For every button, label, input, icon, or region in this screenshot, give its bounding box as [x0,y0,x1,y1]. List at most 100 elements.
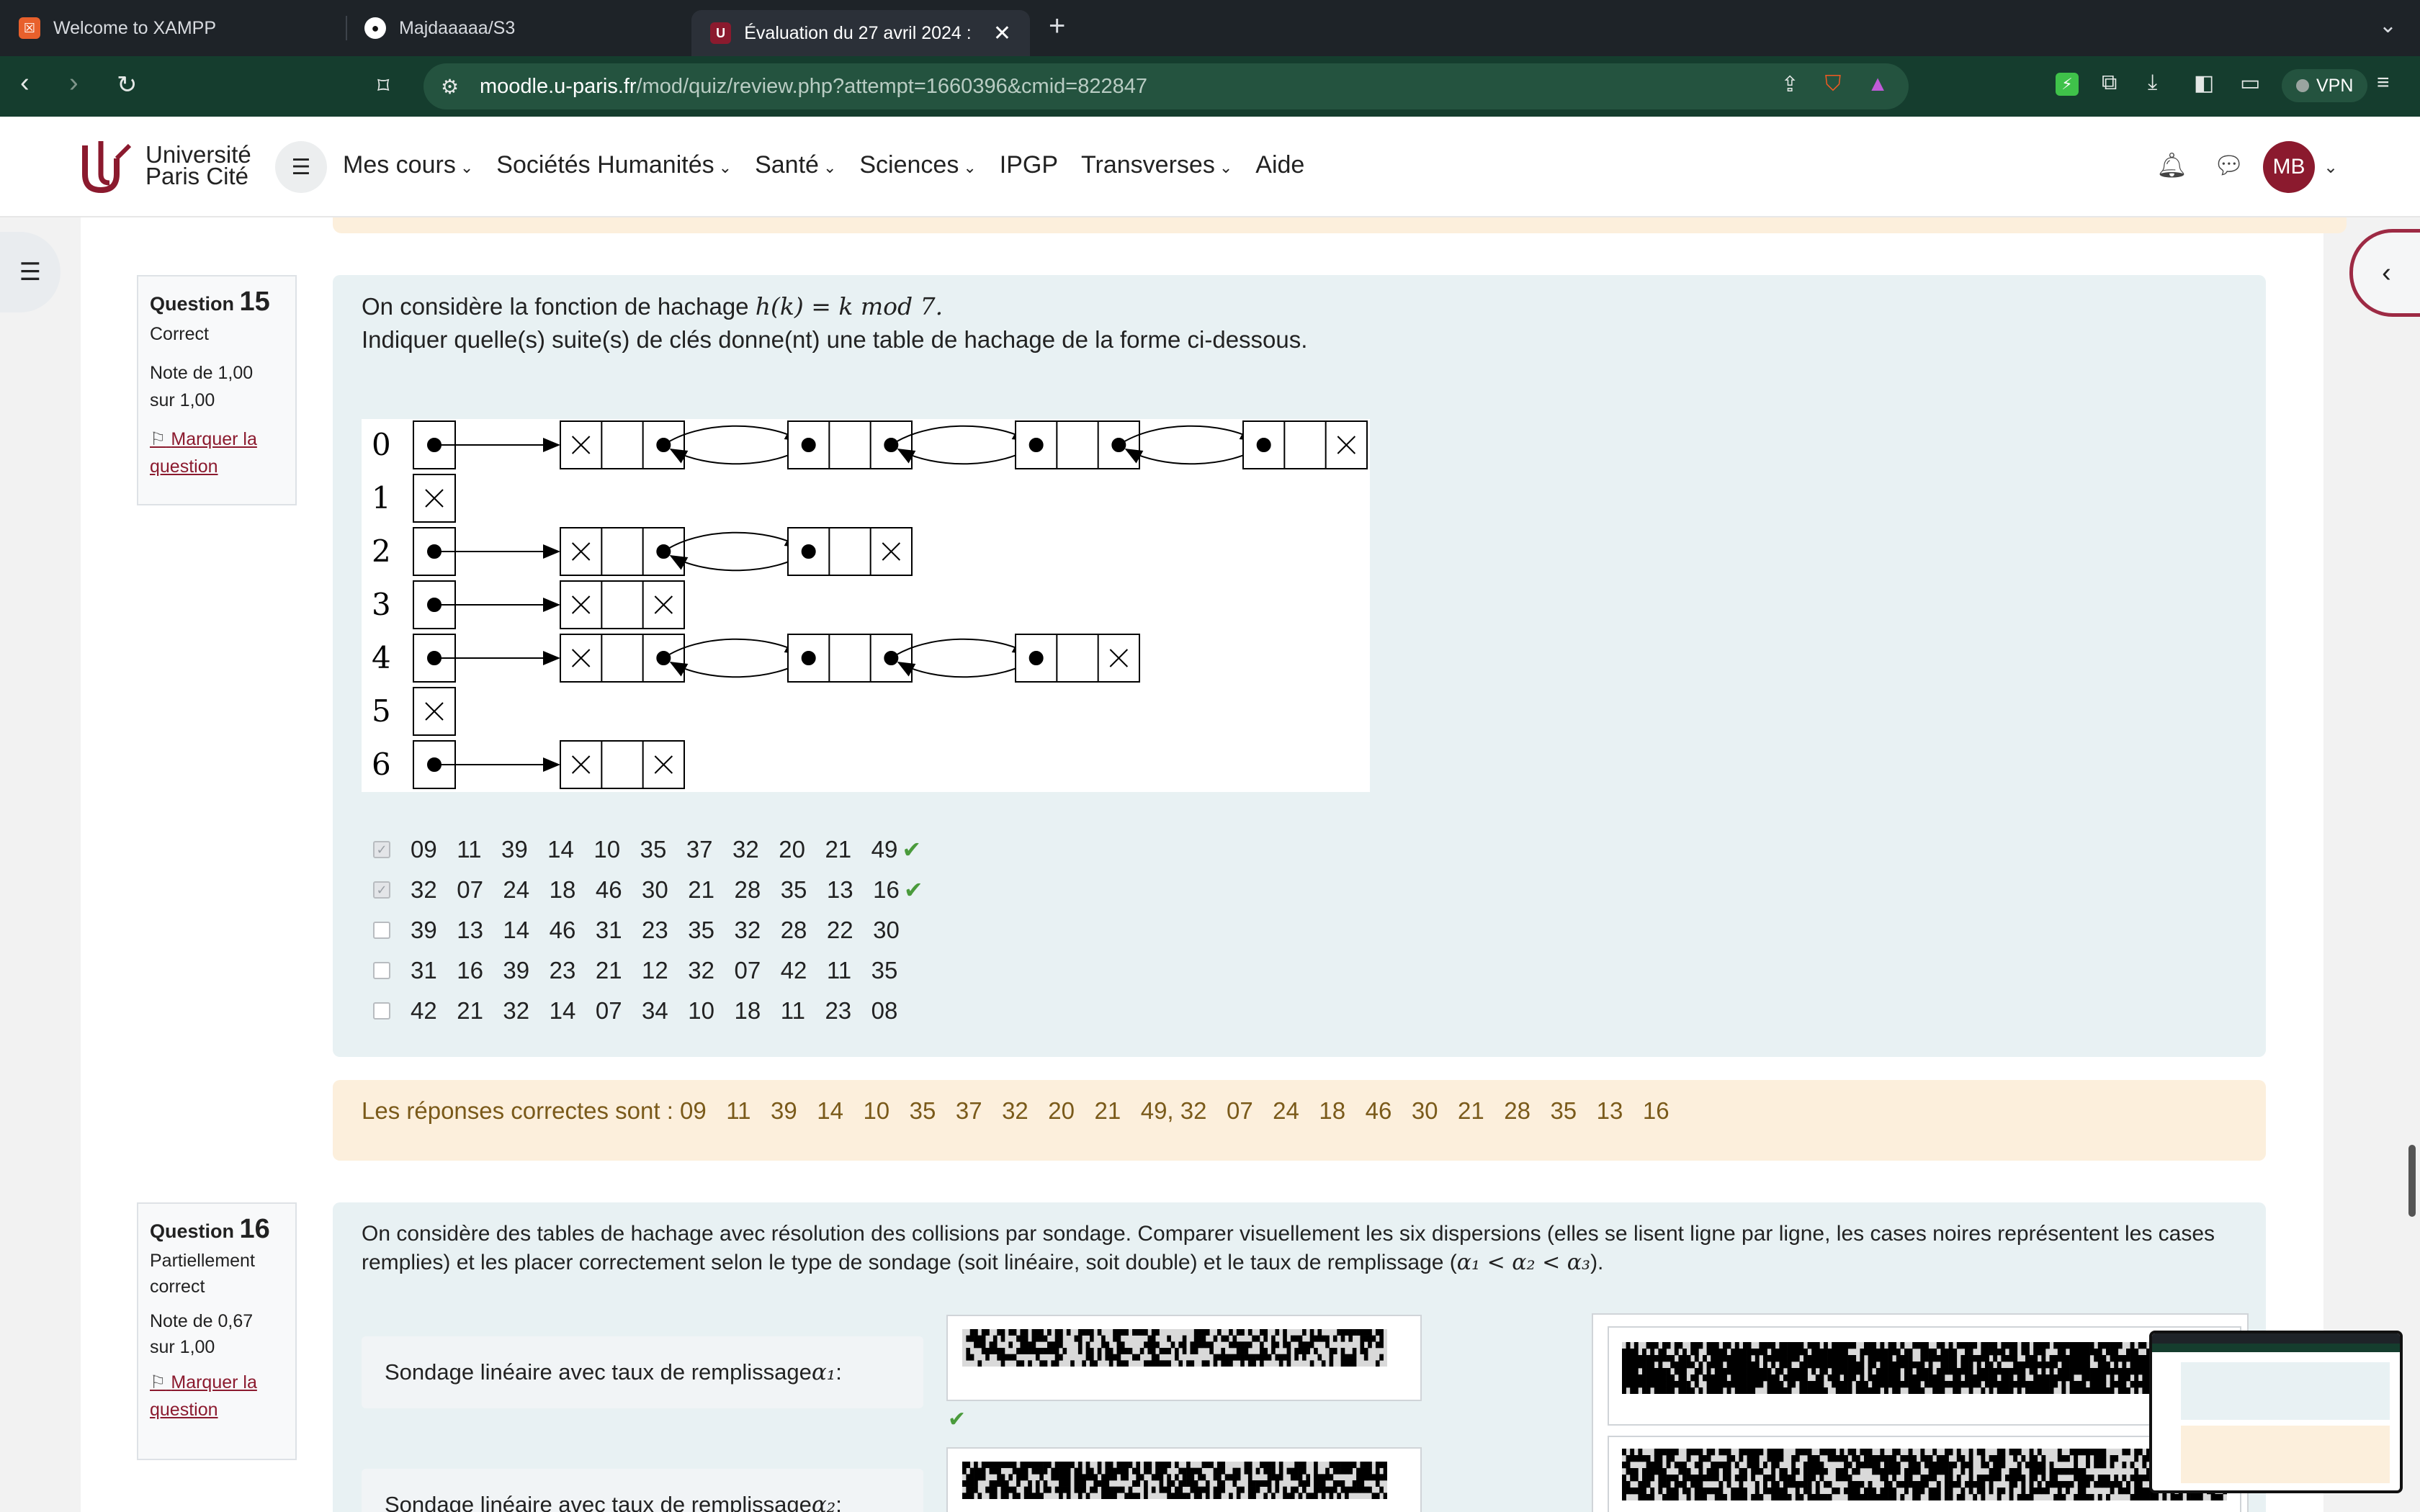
flag-question-link[interactable]: ⚐ Marquer la question [150,426,284,480]
vpn-button[interactable]: VPN [2282,69,2368,102]
filled-cell [977,1467,982,1475]
filled-cell [1650,1342,1655,1349]
filled-cell [1731,1494,1736,1500]
filled-cell [1144,1329,1148,1336]
filled-cell [2081,1368,2087,1375]
dispersion-image[interactable] [1622,1342,2227,1394]
filled-cell [1993,1462,1998,1469]
scrollbar-thumb[interactable] [2408,1145,2416,1217]
user-avatar[interactable]: MB [2263,141,2315,193]
filled-cell [1666,1488,1671,1495]
menu-transverses[interactable]: Transverses ⌄ [1081,151,1232,179]
answer-option[interactable]: 42 21 32 14 07 34 10 18 11 23 08 [373,991,923,1031]
extension-icon[interactable]: ⚡ [2056,71,2079,96]
choice-item[interactable] [1608,1326,2241,1426]
puzzle-icon[interactable]: ⧉ [2102,71,2117,95]
download-icon[interactable]: ⤓ [2148,71,2157,95]
filled-cell [2001,1449,2006,1456]
filled-cell [1151,1474,1156,1481]
sidebar-icon[interactable]: ◧ [2194,71,2214,96]
menu-sante[interactable]: Santé ⌄ [755,151,836,179]
filled-cell [1835,1488,1840,1495]
dispersion-image[interactable] [962,1329,1387,1367]
answer-option[interactable]: 31 16 39 23 21 12 32 07 42 11 35 [373,950,923,991]
filled-cell [1884,1462,1888,1469]
picture-in-picture-preview[interactable] [2149,1331,2403,1493]
menu-icon[interactable]: ≡ [2377,71,2390,95]
menu-aide[interactable]: Aide [1255,151,1304,179]
quiz-navigation-toggle[interactable]: ‹ [2349,229,2420,317]
filled-cell [1896,1355,1901,1362]
filled-cell [1847,1481,1852,1488]
forward-icon[interactable]: › [69,68,79,99]
new-tab-icon[interactable]: + [1049,10,1065,42]
share-icon[interactable]: ⇪ [1781,72,1799,97]
drop-zone-2[interactable] [946,1447,1422,1512]
brave-rewards-icon[interactable]: ▲ [1867,72,1888,97]
back-icon[interactable]: ‹ [20,68,30,99]
filled-cell [1844,1462,1848,1469]
filled-cell [1151,1354,1156,1361]
menu-sciences[interactable]: Sciences ⌄ [859,151,976,179]
app-menu-button[interactable]: ☰ [275,141,327,193]
filled-cell [2081,1342,2087,1349]
checkbox[interactable] [373,922,390,939]
flag-question-link[interactable]: ⚐ Marquer la question [150,1369,284,1423]
tab-xampp[interactable]: ☒ Welcome to XAMPP [0,7,235,49]
menu-ipgp[interactable]: IPGP [1000,151,1058,179]
filled-cell [2057,1374,2062,1382]
bookmark-icon[interactable]: ⌑ [377,72,389,99]
filled-cell [1912,1455,1917,1462]
filled-cell [1263,1354,1268,1361]
choice-item[interactable] [1608,1436,2241,1512]
dispersion-image[interactable] [1622,1449,2227,1500]
university-logo[interactable]: Université Paris Cité [79,138,251,193]
filled-cell [1731,1381,1736,1388]
filled-cell [1956,1494,1961,1500]
filled-cell [1973,1374,1978,1382]
menu-societes-humanites[interactable]: Sociétés Humanités ⌄ [496,151,732,179]
filled-cell [1000,1486,1005,1493]
answer-option[interactable]: ✓ 32 07 24 18 46 30 21 28 35 13 16 ✔ [373,870,923,910]
tab-evaluation[interactable]: U Évaluation du 27 avril 2024 : r ✕ [691,10,1030,56]
filled-cell [1151,1348,1156,1354]
answer-option[interactable]: 39 13 14 46 31 23 35 32 28 22 30 [373,910,923,950]
filled-cell [2081,1481,2087,1488]
filled-cell [1868,1481,1873,1488]
filled-cell [1985,1381,1989,1388]
filled-cell [1662,1449,1667,1456]
answer-option[interactable]: ✓ 09 11 39 14 10 35 37 32 20 21 49 ✔ [373,829,923,870]
close-tab-icon[interactable]: ✕ [993,21,1011,46]
menu-mes-cours[interactable]: Mes cours ⌄ [343,151,473,179]
course-index-toggle[interactable]: ☰ [0,232,60,312]
filled-cell [2102,1449,2107,1456]
address-bar[interactable]: ⚙ moodle.u-paris.fr /mod/quiz/review.php… [424,63,1909,109]
tab-github[interactable]: ● Majdaaaaa/S3 [346,7,534,49]
notification-bell-icon[interactable]: 🔔︎ [2156,151,2187,180]
filled-cell [1379,1462,1384,1468]
filled-cell [1229,1341,1233,1349]
filled-cell [1948,1368,1953,1375]
filled-cell [2114,1342,2119,1349]
wallet-icon[interactable]: ▭ [2240,71,2260,96]
filled-cell [1263,1467,1268,1475]
checkbox[interactable] [373,962,390,979]
filled-cell [1763,1342,1767,1349]
brave-shield-icon[interactable]: ⛉ [1825,72,1842,97]
chevron-down-icon[interactable]: ⌄ [2379,13,2397,38]
filled-cell [1260,1360,1264,1367]
messages-icon[interactable]: 💬︎ [2213,151,2244,180]
filled-cell [1956,1368,1961,1375]
chevron-down-icon[interactable]: ⌄ [2323,157,2338,178]
checkbox[interactable] [373,1002,390,1020]
checkbox[interactable]: ✓ [373,841,390,858]
filled-cell [1968,1468,1973,1475]
filled-cell [2066,1368,2070,1375]
checkbox[interactable]: ✓ [373,881,390,899]
filled-cell [1278,1462,1283,1468]
dispersion-image[interactable] [962,1462,1387,1499]
drop-zone-1[interactable] [946,1315,1422,1401]
site-settings-icon[interactable]: ⚙ [441,75,459,99]
filled-cell [1928,1475,1933,1482]
reload-icon[interactable]: ↻ [117,71,138,99]
